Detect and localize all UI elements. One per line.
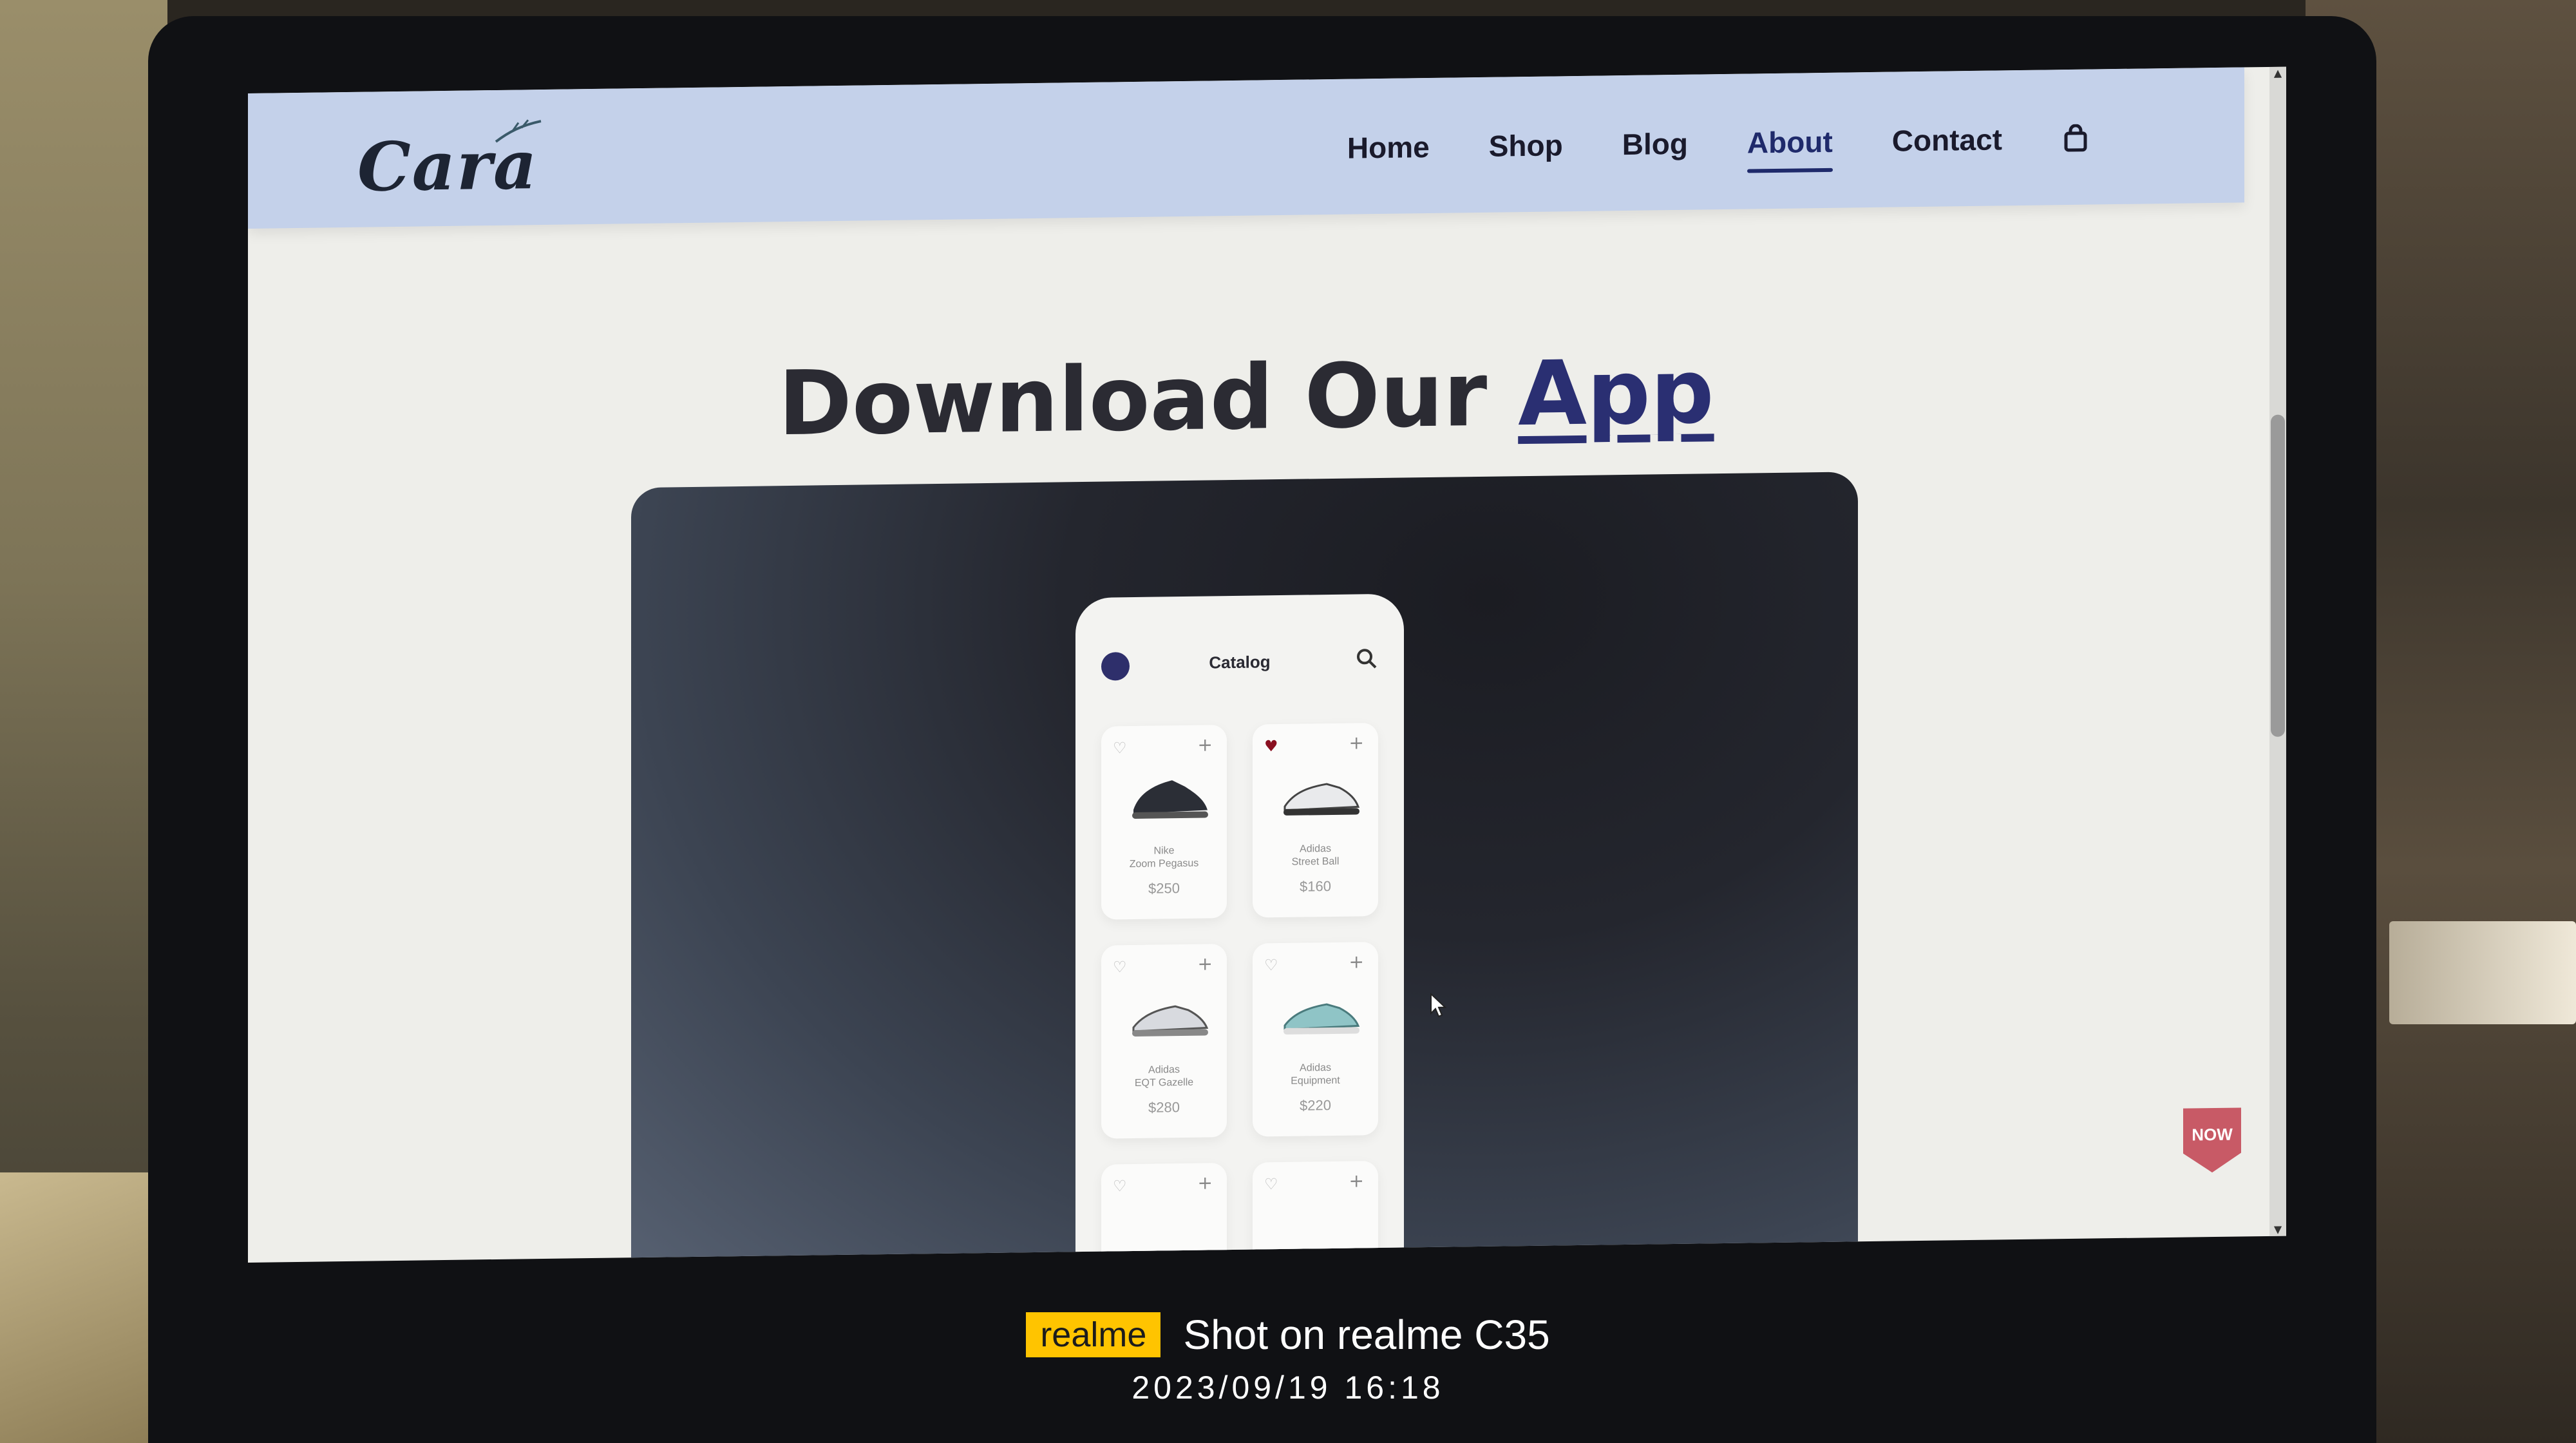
product-card: ♥ + Adidas Street Ball $160 <box>1253 723 1378 918</box>
navbar: Cara Home Shop Blog About Contact <box>248 67 2244 229</box>
scroll-up-arrow-icon[interactable]: ▲ <box>2272 67 2284 80</box>
section-heading: Download Our App <box>248 333 2244 463</box>
phone-mockup: Catalog ♡ + Nike Zoom Pegasus $250 ♥ + A… <box>1075 593 1404 1263</box>
nav-about[interactable]: About <box>1747 124 1833 160</box>
product-card: ♡ + Adidas Equipment $220 <box>1253 942 1378 1137</box>
add-icon: + <box>1349 951 1364 973</box>
product-price: $250 <box>1148 880 1180 897</box>
now-badge[interactable]: NOW <box>2180 1104 2244 1176</box>
nav-home[interactable]: Home <box>1347 129 1430 166</box>
add-icon: + <box>1197 734 1213 756</box>
product-name: Adidas Street Ball <box>1291 843 1340 868</box>
product-name: Adidas EQT Gazelle <box>1134 1064 1194 1089</box>
heart-icon: ♡ <box>1113 958 1127 977</box>
phone-header: Catalog <box>1075 633 1404 689</box>
watermark-brand: realme <box>1026 1312 1161 1357</box>
logo-leaf-icon <box>495 119 542 143</box>
heading-accent: App <box>1518 339 1714 446</box>
product-card: ♡ + Adidas EQT Gazelle $280 <box>1101 944 1227 1139</box>
product-grid: ♡ + Nike Zoom Pegasus $250 ♥ + Adidas St… <box>1101 723 1378 1263</box>
heading-main: Download Our <box>778 343 1488 456</box>
add-icon: + <box>1349 1170 1364 1192</box>
product-card: ♡ + Nike Zoom Pegasus $250 <box>1101 725 1227 920</box>
product-price: $220 <box>1300 1096 1331 1114</box>
scroll-down-arrow-icon[interactable]: ▼ <box>2272 1223 2284 1236</box>
add-icon: + <box>1197 1172 1213 1194</box>
shoe-image <box>1283 1003 1360 1035</box>
app-banner: Catalog ♡ + Nike Zoom Pegasus $250 ♥ + A… <box>631 472 1858 1263</box>
watermark-datetime: 2023/09/19 16:18 <box>1132 1370 1444 1406</box>
camera-watermark: realme Shot on realme C35 <box>0 1311 2576 1359</box>
svg-text:NOW: NOW <box>2192 1125 2233 1145</box>
product-card-partial: ♡ + <box>1101 1163 1227 1263</box>
heart-icon: ♡ <box>1113 739 1127 758</box>
shoe-image <box>1283 783 1360 816</box>
product-name: Nike Zoom Pegasus <box>1129 845 1199 870</box>
shoe-image <box>1132 780 1208 819</box>
laptop-screen: Cara Home Shop Blog About Contact Downlo… <box>248 66 2286 1263</box>
nav-shop[interactable]: Shop <box>1489 128 1563 164</box>
heart-icon: ♥ <box>1264 737 1278 756</box>
product-price: $160 <box>1300 877 1331 895</box>
main-nav: Home Shop Blog About Contact <box>1347 121 2090 166</box>
heart-icon: ♡ <box>1264 1175 1278 1194</box>
scrollbar-thumb[interactable] <box>2271 414 2285 737</box>
watermark-text: Shot on realme C35 <box>1183 1312 1550 1358</box>
shoe-image <box>1132 1005 1209 1037</box>
nav-contact[interactable]: Contact <box>1892 122 2002 158</box>
search-icon <box>1357 649 1377 669</box>
product-price: $280 <box>1148 1099 1180 1116</box>
shopping-bag-icon[interactable] <box>2061 124 2090 153</box>
heart-icon: ♡ <box>1113 1177 1127 1196</box>
product-card-partial: ♡ + <box>1253 1161 1378 1263</box>
add-icon: + <box>1349 732 1364 754</box>
page-scrollbar[interactable]: ▲ ▼ <box>2269 66 2286 1236</box>
background-window-light <box>2389 921 2576 1024</box>
nav-blog[interactable]: Blog <box>1622 126 1688 162</box>
heart-icon: ♡ <box>1264 956 1278 975</box>
add-icon: + <box>1197 953 1213 975</box>
mouse-cursor-icon <box>1430 992 1446 1018</box>
product-name: Adidas Equipment <box>1291 1062 1340 1087</box>
